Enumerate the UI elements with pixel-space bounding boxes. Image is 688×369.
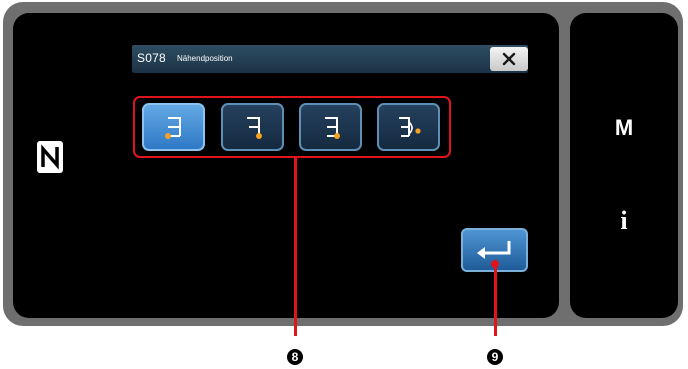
callout-enter-marker: 9 (487, 349, 503, 365)
stitch-end-position-2-icon (246, 117, 262, 139)
dialog-code: S078 (137, 51, 166, 65)
dialog-title: Nähendposition (177, 54, 233, 63)
enter-icon (476, 241, 510, 259)
end-position-button-3[interactable] (299, 103, 362, 151)
callout-positions-marker: 8 (287, 349, 303, 365)
close-button[interactable] (490, 47, 528, 71)
end-position-button-1[interactable] (142, 103, 205, 151)
side-panel: M i (570, 13, 678, 318)
callout-line-positions (294, 158, 297, 336)
stitch-end-position-1-icon (164, 117, 181, 139)
stitch-end-position-4-icon (398, 117, 421, 137)
end-position-button-2[interactable] (221, 103, 284, 151)
stitch-end-position-3-icon (324, 117, 340, 139)
info-key[interactable]: i (570, 206, 678, 236)
nfc-icon (37, 141, 63, 173)
end-position-button-4[interactable] (377, 103, 440, 151)
close-icon (502, 52, 516, 66)
mode-key[interactable]: M (570, 115, 678, 141)
dialog-title-bar: S078 Nähendposition (132, 45, 528, 73)
callout-line-enter (494, 264, 497, 336)
